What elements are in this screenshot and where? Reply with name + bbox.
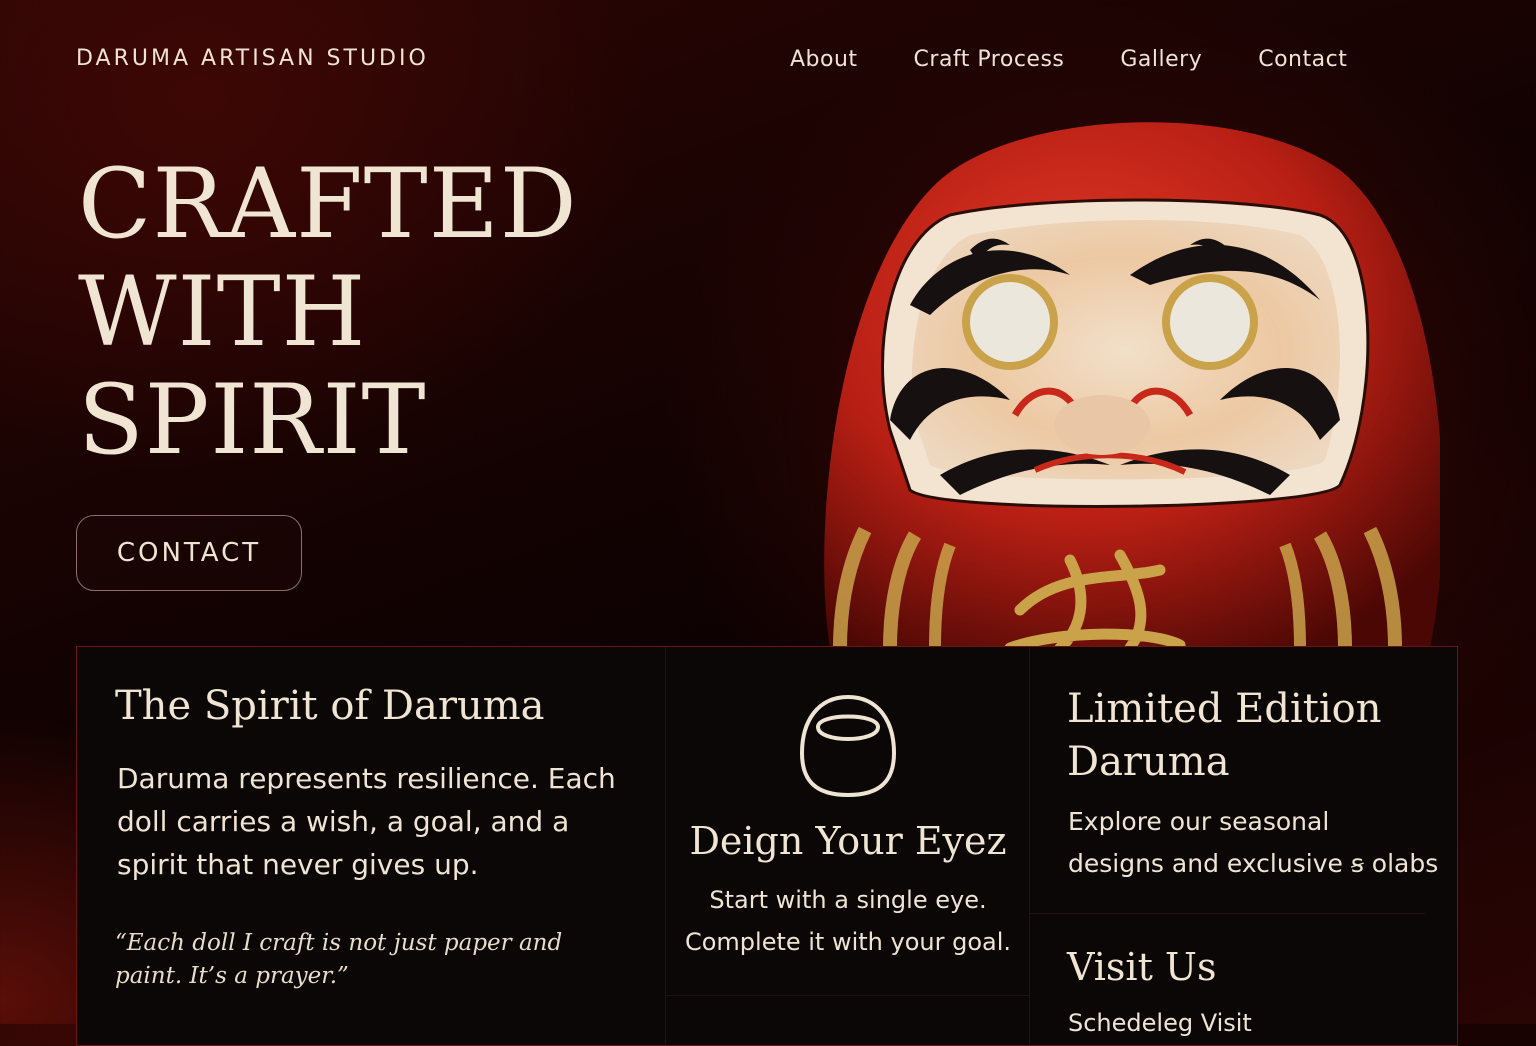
spirit-title: The Spirit of Daruma [115, 683, 545, 729]
nav-craft-process[interactable]: Craft Process [914, 44, 1065, 76]
hero-title-line: CRAFTED [78, 148, 578, 260]
daruma-hero-image [820, 100, 1440, 648]
divider [666, 995, 1030, 996]
brand-logo[interactable]: DARUMA ARTISAN STUDIO [76, 46, 429, 71]
main-nav: About Craft Process Gallery Contact [790, 44, 1403, 76]
limited-edition-section: Limited Edition Daruma Explore our seaso… [1029, 647, 1460, 1045]
design-eyes-text: Start with a single eye. Complete it wit… [666, 879, 1030, 963]
nav-gallery[interactable]: Gallery [1120, 44, 1202, 76]
limited-edition-title-line: Daruma [1067, 739, 1230, 785]
artisan-quote: “Each doll I craft is not just paper and… [115, 930, 563, 989]
divider [1030, 913, 1425, 914]
limited-edition-title-line: Limited Edition [1067, 686, 1382, 732]
design-eyes-section: Deign Your Eyez Start with a single eye.… [665, 647, 1030, 1045]
spirit-section: The Spirit of Daruma Daruma represents r… [77, 647, 665, 1045]
limited-edition-text: Explore our seasonal designs and exclusi… [1068, 801, 1448, 885]
hero-title: CRAFTED WITH SPIRIT [78, 150, 578, 474]
design-eyes-line: Start with a single eye. [709, 886, 987, 914]
info-panel: The Spirit of Daruma Daruma represents r… [76, 646, 1458, 1046]
schedule-visit-link[interactable]: Schedeleg Visit [1068, 1009, 1252, 1037]
design-eyes-title: Deign Your Eyez [689, 819, 1007, 863]
limited-edition-title: Limited Edition Daruma [1067, 683, 1447, 789]
nav-contact[interactable]: Contact [1258, 44, 1347, 76]
design-eyes-line: Complete it with your goal. [684, 928, 1012, 956]
limited-edition-line: Explore our seasonal [1068, 807, 1330, 836]
hero-title-line: SPIRIT [78, 364, 427, 476]
spirit-description: Daruma represents resilience. Each doll … [117, 762, 616, 881]
visit-us-title: Visit Us [1067, 945, 1217, 989]
daruma-illustration [824, 122, 1440, 648]
nav-about[interactable]: About [790, 44, 858, 76]
daruma-outline-icon [799, 694, 897, 798]
hero-title-line: WITH [78, 256, 367, 368]
contact-button[interactable]: CONTACT [76, 515, 302, 591]
limited-edition-line: designs and exclusive ꞩ olabs [1068, 849, 1439, 878]
